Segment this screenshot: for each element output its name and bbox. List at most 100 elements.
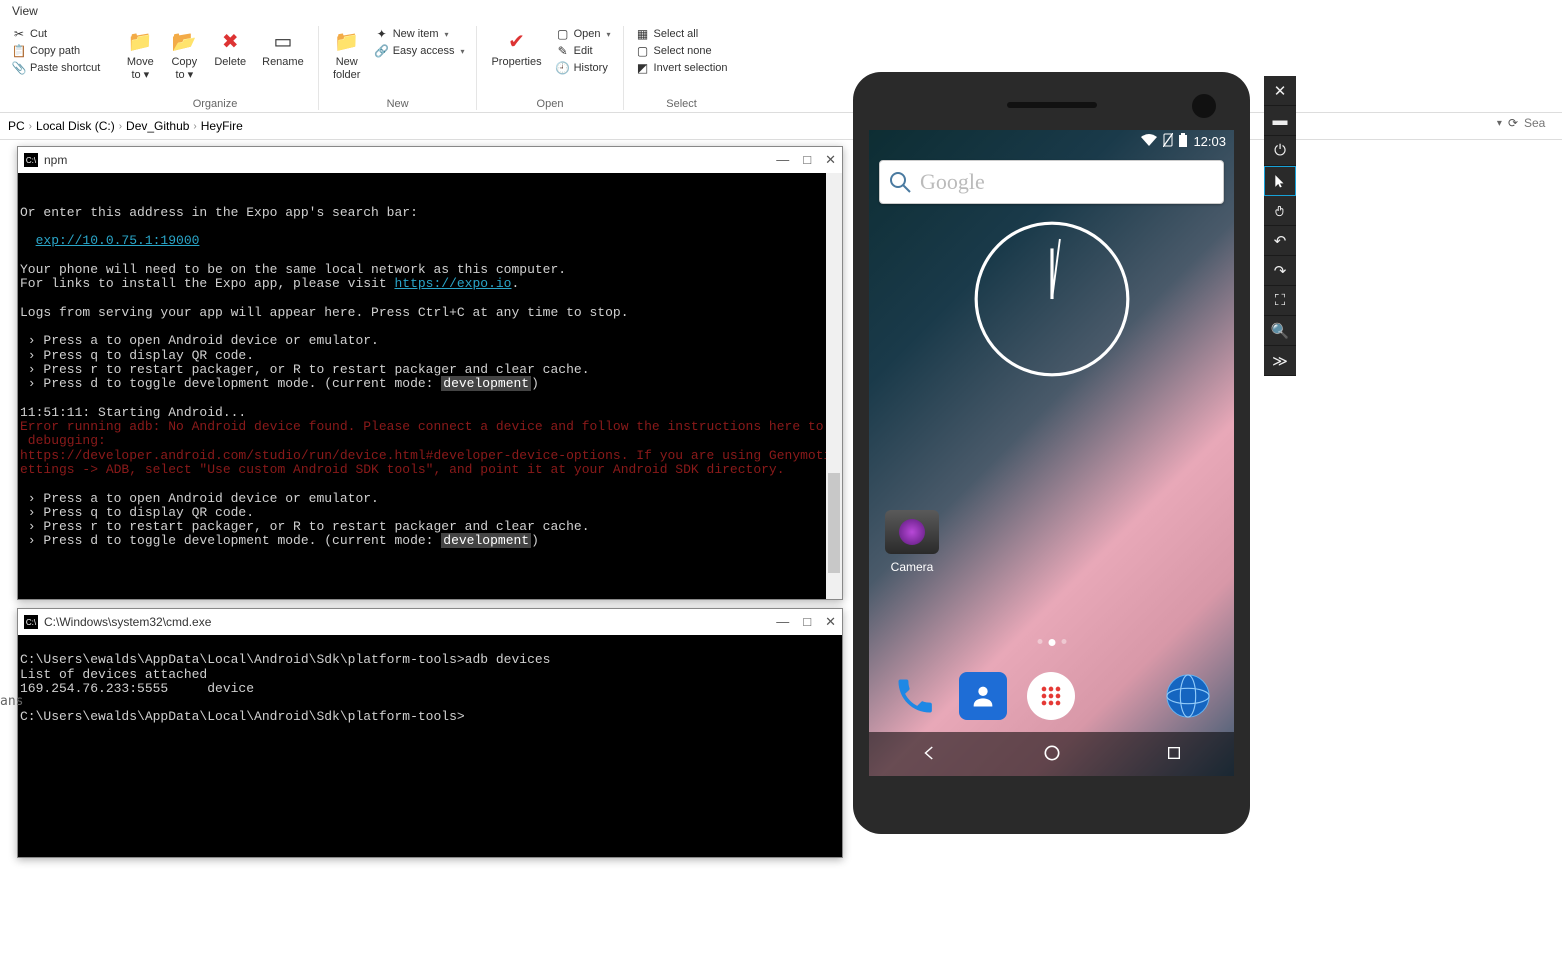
ribbon: ✂Cut 📋Copy path 📎Paste shortcut 📁Move to… [0, 22, 1562, 113]
scrollbar-thumb[interactable] [828, 473, 840, 573]
camera-app-label: Camera [885, 560, 939, 574]
terminal-line: › Press d to toggle development mode. (c… [20, 376, 441, 391]
chevron-right-icon: › [119, 121, 122, 132]
chevron-right-icon: › [29, 121, 32, 132]
emulator-touch-button[interactable] [1264, 196, 1296, 226]
new-group-label: New [387, 94, 409, 110]
copy-to-icon: 📂 [170, 28, 198, 56]
breadcrumb-item[interactable]: Local Disk (C:) [36, 119, 115, 133]
emulator-close-button[interactable]: ✕ [1264, 76, 1296, 106]
breadcrumb-item[interactable]: HeyFire [201, 119, 243, 133]
analog-clock-widget[interactable] [973, 220, 1131, 378]
open-button[interactable]: ▢Open▾ [552, 26, 615, 42]
minimize-button[interactable]: ― [776, 614, 789, 630]
emulator-minimize-button[interactable]: ▬ [1264, 106, 1296, 136]
nav-recent-button[interactable] [1166, 745, 1182, 764]
terminal-error: ettings -> ADB, select "Use custom Andro… [20, 462, 785, 477]
terminal-line: › Press r to restart packager, or R to r… [20, 519, 590, 534]
minimize-button[interactable]: ― [776, 152, 789, 168]
page-dot [1037, 639, 1042, 644]
refresh-icon[interactable]: ⟳ [1508, 116, 1518, 130]
breadcrumb-item[interactable]: PC [8, 119, 25, 133]
terminal-line: C:\Users\ewalds\AppData\Local\Android\Sd… [20, 652, 551, 667]
select-none-button[interactable]: ▢Select none [632, 43, 732, 59]
move-to-button[interactable]: 📁Move to ▾ [120, 26, 160, 84]
camera-app-shortcut[interactable]: Camera [885, 510, 939, 574]
npm-terminal-body[interactable]: Or enter this address in the Expo app's … [18, 173, 842, 599]
new-item-button[interactable]: ✦New item▾ [371, 26, 469, 42]
emulator-power-button[interactable]: ⏻ [1264, 136, 1296, 166]
terminal-error: debugging: [20, 433, 106, 448]
emulator-more-button[interactable]: ≫ [1264, 346, 1296, 376]
close-button[interactable]: ✕ [825, 152, 836, 168]
terminal-link[interactable]: https://expo.io [394, 276, 511, 291]
npm-titlebar[interactable]: C:\ npm ― □ ✕ [18, 147, 842, 173]
terminal-line: Logs from serving your app will appear h… [20, 305, 629, 320]
rename-icon: ▭ [269, 28, 297, 56]
invert-selection-button[interactable]: ◩Invert selection [632, 60, 732, 76]
terminal-link[interactable]: exp://10.0.75.1:19000 [36, 233, 200, 248]
easy-access-button[interactable]: 🔗Easy access▾ [371, 43, 469, 59]
npm-window-title: npm [44, 153, 67, 167]
android-dock [869, 672, 1234, 720]
terminal-line: › Press q to display QR code. [20, 505, 254, 520]
emulator-screen[interactable]: 12:03 Google Camera [869, 130, 1234, 776]
page-indicator[interactable] [1037, 639, 1066, 646]
emulator-zoom-button[interactable]: 🔍 [1264, 316, 1296, 346]
emulator-rotate-left-button[interactable]: ↶ [1264, 226, 1296, 256]
google-search-widget[interactable]: Google [879, 160, 1224, 204]
nav-back-button[interactable] [921, 744, 939, 765]
scrollbar[interactable] [826, 173, 842, 599]
emulator-device-frame: 12:03 Google Camera [853, 72, 1250, 834]
emulator-fullscreen-button[interactable]: ⛶ [1264, 286, 1296, 316]
emulator-rotate-right-button[interactable]: ↷ [1264, 256, 1296, 286]
terminal-line: ) [531, 533, 539, 548]
no-sim-icon [1163, 133, 1173, 150]
terminal-line: › Press a to open Android device or emul… [20, 333, 379, 348]
terminal-line: › Press q to display QR code. [20, 348, 254, 363]
delete-button[interactable]: ✖Delete [208, 26, 252, 71]
edit-button[interactable]: ✎Edit [552, 43, 615, 59]
android-statusbar[interactable]: 12:03 [869, 130, 1234, 152]
chevron-right-icon: › [193, 121, 196, 132]
cut-button[interactable]: ✂Cut [8, 26, 104, 42]
terminal-line: ) [531, 376, 539, 391]
new-folder-button[interactable]: 📁New folder [327, 26, 367, 84]
rename-button[interactable]: ▭Rename [256, 26, 310, 71]
wifi-icon [1141, 134, 1157, 149]
dropdown-icon[interactable]: ▾ [1497, 118, 1502, 129]
ribbon-tab-view[interactable]: View [0, 0, 1562, 22]
terminal-line: › Press a to open Android device or emul… [20, 491, 379, 506]
cmd-titlebar[interactable]: C:\ C:\Windows\system32\cmd.exe ― □ ✕ [18, 609, 842, 635]
terminal-error: https://developer.android.com/studio/run… [20, 448, 842, 463]
history-button[interactable]: 🕘History [552, 60, 615, 76]
breadcrumb-item[interactable]: Dev_Github [126, 119, 189, 133]
select-group-label: Select [666, 94, 697, 110]
select-all-button[interactable]: ▦Select all [632, 26, 732, 42]
maximize-button[interactable]: □ [803, 152, 811, 168]
terminal-highlight: development [441, 533, 531, 548]
copy-path-button[interactable]: 📋Copy path [8, 43, 104, 59]
copy-to-button[interactable]: 📂Copy to ▾ [164, 26, 204, 84]
contacts-app-icon[interactable] [959, 672, 1007, 720]
terminal-line: 11:51:11: Starting Android... [20, 405, 246, 420]
nav-home-button[interactable] [1042, 743, 1062, 766]
properties-button[interactable]: ✔Properties [485, 26, 547, 71]
phone-app-icon[interactable] [891, 672, 939, 720]
maximize-button[interactable]: □ [803, 614, 811, 630]
emulator-cursor-button[interactable] [1264, 166, 1296, 196]
properties-icon: ✔ [503, 28, 531, 56]
delete-icon: ✖ [216, 28, 244, 56]
breadcrumb[interactable]: PC › Local Disk (C:) › Dev_Github › HeyFire [0, 113, 1562, 140]
camera-icon [885, 510, 939, 554]
browser-app-icon[interactable] [1164, 672, 1212, 720]
cmd-terminal-body[interactable]: C:\Users\ewalds\AppData\Local\Android\Sd… [18, 635, 842, 857]
paste-shortcut-button[interactable]: 📎Paste shortcut [8, 60, 104, 76]
google-search-label: Google [920, 169, 985, 195]
organize-group-label: Organize [193, 94, 238, 110]
new-item-icon: ✦ [375, 27, 389, 41]
terminal-icon: C:\ [24, 153, 38, 167]
search-input[interactable] [1524, 116, 1554, 130]
close-button[interactable]: ✕ [825, 614, 836, 630]
app-drawer-button[interactable] [1027, 672, 1075, 720]
